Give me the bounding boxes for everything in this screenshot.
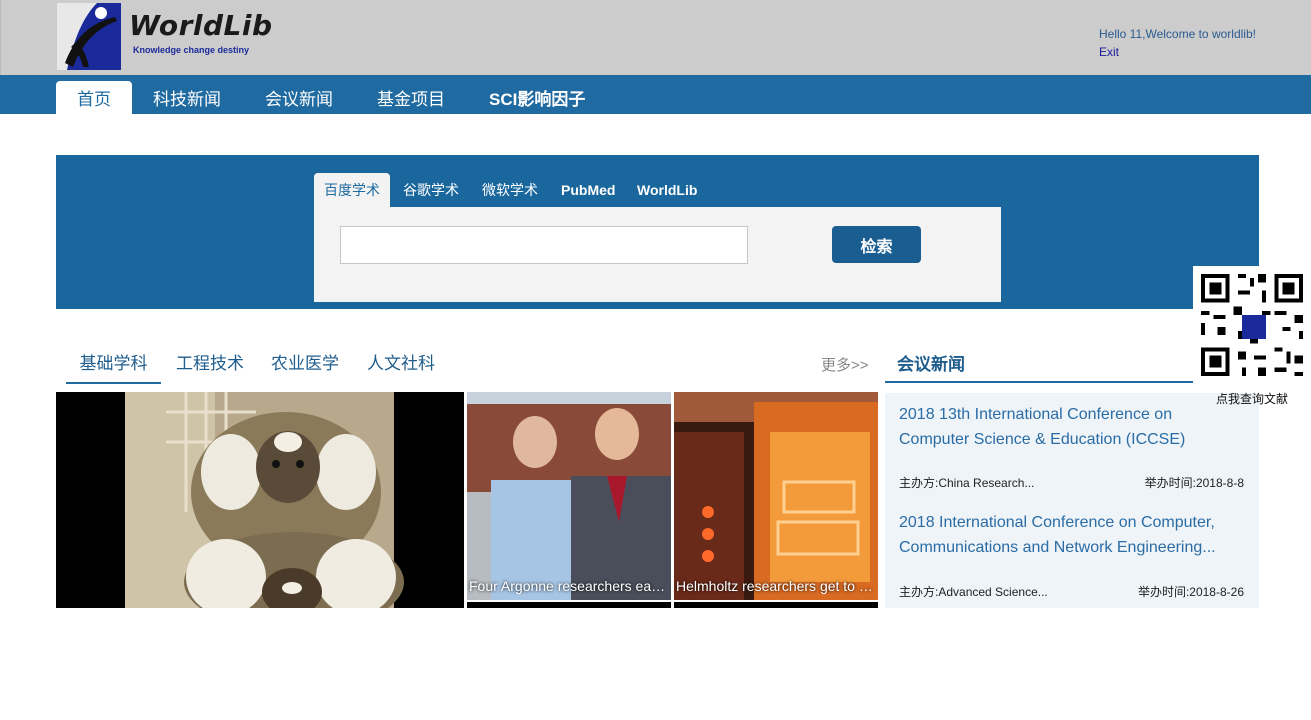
search-tab-microsoft[interactable]: 微软学术 bbox=[482, 173, 538, 207]
date-label: 举办时间: bbox=[1144, 476, 1196, 490]
category-tab-agri-medicine[interactable]: 农业医学 bbox=[271, 352, 339, 384]
more-link[interactable]: 更多>> bbox=[821, 354, 869, 375]
category-tab-engineering[interactable]: 工程技术 bbox=[176, 352, 244, 384]
date-value: 2018-8-8 bbox=[1195, 476, 1244, 490]
search-input[interactable] bbox=[340, 226, 748, 264]
date-value: 2018-8-26 bbox=[1189, 585, 1244, 599]
search-tab-pubmed[interactable]: PubMed bbox=[561, 173, 615, 207]
site-logo[interactable]: WorldLib Knowledge change destiny bbox=[57, 3, 272, 71]
search-tab-google[interactable]: 谷歌学术 bbox=[403, 173, 459, 207]
conference-news-title: 会议新闻 bbox=[897, 355, 965, 374]
category-tab-basic-science[interactable]: 基础学科 bbox=[66, 352, 161, 384]
conference-news-list: 2018 13th International Conference on Co… bbox=[885, 393, 1259, 608]
thumb-strip bbox=[467, 602, 671, 608]
thumb-strip bbox=[674, 602, 878, 608]
search-panel: 百度学术 谷歌学术 微软学术 PubMed WorldLib 检索 bbox=[56, 155, 1259, 309]
logo-mark-icon bbox=[57, 3, 121, 70]
qr-caption: 点我查询文献 bbox=[1216, 392, 1289, 406]
nav-item-tech-news[interactable]: 科技新闻 bbox=[153, 81, 221, 114]
news-thumb-caption: Helmholtz researchers get to the bottom … bbox=[676, 578, 878, 594]
conference-item-title[interactable]: 2018 International Conference on Compute… bbox=[899, 510, 1229, 560]
conference-news-header: 会议新闻 bbox=[885, 340, 1193, 383]
conference-item-date: 举办时间:2018-8-26 bbox=[1138, 583, 1244, 600]
conference-item-organizer: 主办方:Advanced Science... bbox=[899, 583, 1048, 600]
conference-item-organizer: 主办方:China Research... bbox=[899, 474, 1034, 491]
exit-link[interactable]: Exit bbox=[1099, 45, 1119, 59]
organizer-value: China Research... bbox=[938, 476, 1035, 490]
nav-item-sci-impact[interactable]: SCI影响因子 bbox=[489, 81, 585, 114]
site-header: WorldLib Knowledge change destiny Hello … bbox=[0, 0, 1311, 75]
date-label: 举办时间: bbox=[1137, 585, 1190, 599]
logo-subtitle: Knowledge change destiny bbox=[133, 45, 250, 55]
organizer-label: 主办方: bbox=[899, 585, 939, 599]
nav-item-conference-news[interactable]: 会议新闻 bbox=[265, 81, 333, 114]
logo-title: WorldLib bbox=[129, 9, 273, 42]
organizer-value: Advanced Science... bbox=[938, 585, 1048, 599]
organizer-label: 主办方: bbox=[899, 476, 939, 490]
conference-item-title[interactable]: 2018 13th International Conference on Co… bbox=[899, 402, 1229, 452]
category-tab-humanities[interactable]: 人文社科 bbox=[367, 352, 435, 384]
search-tab-worldlib[interactable]: WorldLib bbox=[637, 173, 697, 207]
nav-item-home[interactable]: 首页 bbox=[56, 81, 132, 114]
featured-news-image[interactable] bbox=[56, 392, 464, 608]
news-thumb-argonne[interactable]: Four Argonne researchers earn Fellow sta… bbox=[467, 392, 671, 600]
nav-item-funding[interactable]: 基金项目 bbox=[377, 81, 445, 114]
qr-code-icon[interactable] bbox=[1193, 266, 1311, 384]
conference-item-date: 举办时间:2018-8-8 bbox=[1145, 474, 1244, 491]
main-nav: 首页 科技新闻 会议新闻 基金项目 SCI影响因子 bbox=[0, 75, 1311, 114]
search-tab-baidu[interactable]: 百度学术 bbox=[314, 173, 390, 207]
search-button[interactable]: 检索 bbox=[832, 226, 921, 263]
news-thumb-helmholtz[interactable]: Helmholtz researchers get to the bottom … bbox=[674, 392, 878, 600]
welcome-text: Hello 11,Welcome to worldlib! bbox=[1099, 27, 1256, 41]
search-body: 检索 bbox=[314, 207, 1001, 302]
news-thumb-caption: Four Argonne researchers earn Fellow sta… bbox=[469, 578, 671, 594]
